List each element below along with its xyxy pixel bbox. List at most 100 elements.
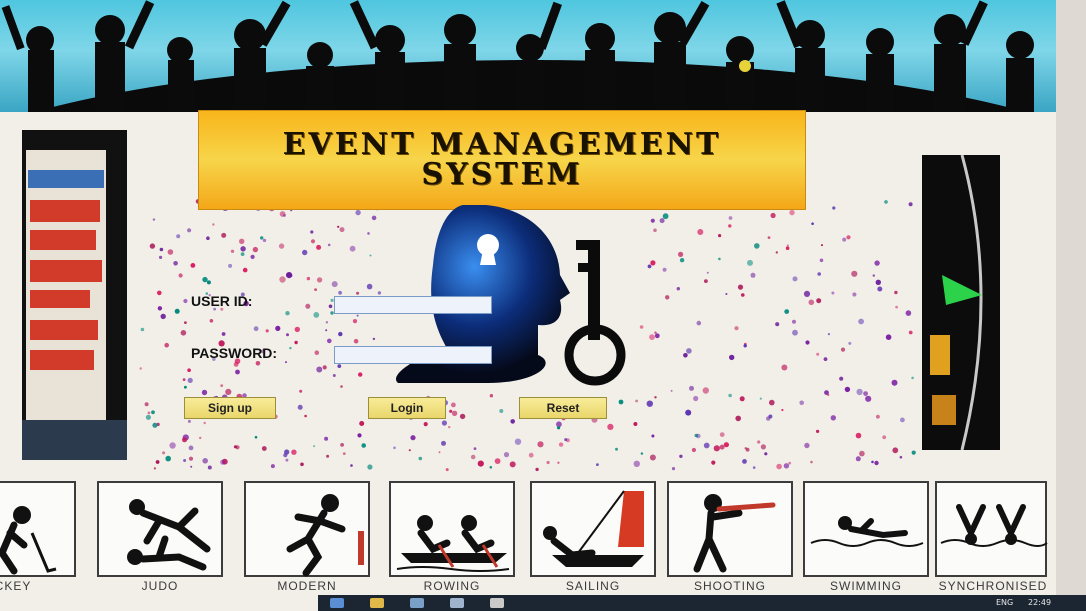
- confetti-dot: [911, 376, 914, 380]
- confetti-dot: [686, 348, 692, 354]
- confetti-dot: [792, 319, 796, 324]
- confetti-dot: [697, 229, 704, 235]
- confetti-dot: [808, 299, 815, 306]
- confetti-dot: [827, 333, 831, 336]
- confetti-dot: [176, 234, 181, 239]
- confetti-dot: [640, 452, 644, 455]
- confetti-dot: [775, 322, 780, 327]
- sport-tile-shooting[interactable]: [667, 481, 793, 577]
- user-id-input[interactable]: [334, 296, 492, 314]
- signup-button[interactable]: Sign up: [184, 397, 276, 419]
- taskbar-clock[interactable]: 22:49: [1028, 598, 1051, 607]
- confetti-dot: [183, 298, 188, 304]
- sport-tile-sailing[interactable]: [530, 481, 656, 577]
- rowing-icon: [396, 515, 510, 572]
- confetti-dot: [607, 423, 614, 430]
- confetti-dot: [139, 367, 142, 370]
- confetti-dot: [352, 319, 358, 324]
- confetti-dot: [676, 287, 680, 291]
- taskbar-browser-icon[interactable]: [410, 598, 424, 608]
- confetti-dot: [325, 329, 328, 332]
- confetti-dot: [187, 419, 191, 423]
- confetti-dot: [221, 332, 226, 336]
- confetti-dot: [649, 454, 656, 461]
- sport-label-synchronised: SYNCHRONISED: [938, 579, 1048, 593]
- confetti-dot: [659, 218, 665, 224]
- confetti-dot: [167, 249, 174, 255]
- login-button[interactable]: Login: [368, 397, 446, 419]
- sport-tile-swimming[interactable]: [803, 481, 929, 577]
- confetti-dot: [679, 454, 683, 458]
- confetti-dot: [252, 246, 259, 253]
- confetti-dot: [741, 293, 745, 297]
- sport-tile-modern[interactable]: [244, 481, 370, 577]
- taskbar-doc-icon[interactable]: [490, 598, 504, 608]
- confetti-dot: [410, 435, 416, 441]
- confetti-dot: [356, 291, 360, 295]
- confetti-dot: [470, 454, 476, 460]
- confetti-dot: [734, 326, 739, 331]
- confetti-dot: [781, 364, 788, 371]
- confetti-dot: [911, 450, 916, 455]
- password-input[interactable]: [334, 346, 492, 364]
- confetti-dot: [369, 254, 372, 257]
- confetti-dot: [377, 291, 382, 295]
- confetti-dot: [618, 399, 624, 405]
- confetti-dot: [445, 468, 449, 472]
- confetti-dot: [856, 388, 863, 396]
- confetti-dot: [639, 325, 644, 329]
- confetti-dot: [546, 460, 550, 465]
- taskbar-language[interactable]: ENG: [996, 598, 1013, 607]
- confetti-dot: [355, 209, 361, 216]
- confetti-dot: [662, 213, 669, 220]
- confetti-dot: [350, 464, 353, 467]
- confetti-dot: [304, 414, 307, 418]
- app-window: □ EVENT MANAGEM: [0, 0, 1086, 611]
- sailing-icon: [543, 490, 644, 567]
- confetti-dot: [477, 460, 484, 467]
- taskbar-app-icon[interactable]: [330, 598, 344, 608]
- confetti-dot: [188, 456, 194, 461]
- confetti-dot: [228, 263, 233, 268]
- confetti-dot: [792, 276, 798, 282]
- confetti-dot: [805, 340, 810, 345]
- confetti-dot: [654, 396, 657, 399]
- confetti-dot: [340, 385, 343, 388]
- confetti-dot: [275, 325, 281, 331]
- confetti-dot: [212, 223, 215, 226]
- confetti-dot: [654, 333, 660, 339]
- confetti-dot: [885, 334, 892, 341]
- confetti-dot: [693, 395, 699, 402]
- sport-tile-hockey[interactable]: [0, 481, 76, 577]
- synchronised-swimming-icon: [940, 504, 1048, 547]
- confetti-dot: [803, 290, 811, 297]
- sport-label-judo: JUDO: [141, 579, 179, 593]
- confetti-dot: [823, 357, 828, 361]
- sport-tile-rowing[interactable]: [389, 481, 515, 577]
- confetti-dot: [489, 466, 493, 469]
- taskbar-folder-icon[interactable]: [370, 598, 384, 608]
- confetti-dot: [202, 458, 208, 464]
- confetti-dot: [757, 440, 761, 444]
- confetti-dot: [786, 244, 789, 247]
- confetti-dot: [894, 290, 898, 295]
- confetti-dot: [789, 209, 795, 216]
- confetti-dot: [367, 232, 370, 235]
- stadium-lights-image: [922, 155, 1000, 450]
- confetti-dot: [711, 460, 716, 465]
- confetti-dot: [558, 442, 564, 447]
- confetti-dot: [685, 409, 692, 416]
- confetti-dot: [220, 459, 226, 465]
- confetti-dot: [294, 326, 300, 333]
- reset-button[interactable]: Reset: [519, 397, 607, 419]
- confetti-dot: [654, 331, 657, 334]
- sport-tile-synchronised[interactable]: [935, 481, 1048, 577]
- modern-pentathlon-icon: [286, 494, 364, 577]
- confetti-dot: [696, 433, 701, 439]
- sport-tile-judo[interactable]: [97, 481, 223, 577]
- confetti-dot: [164, 342, 169, 348]
- confetti-dot: [653, 228, 657, 233]
- confetti-dot: [824, 390, 829, 395]
- confetti-dot: [691, 447, 697, 453]
- taskbar-window-icon[interactable]: [450, 598, 464, 608]
